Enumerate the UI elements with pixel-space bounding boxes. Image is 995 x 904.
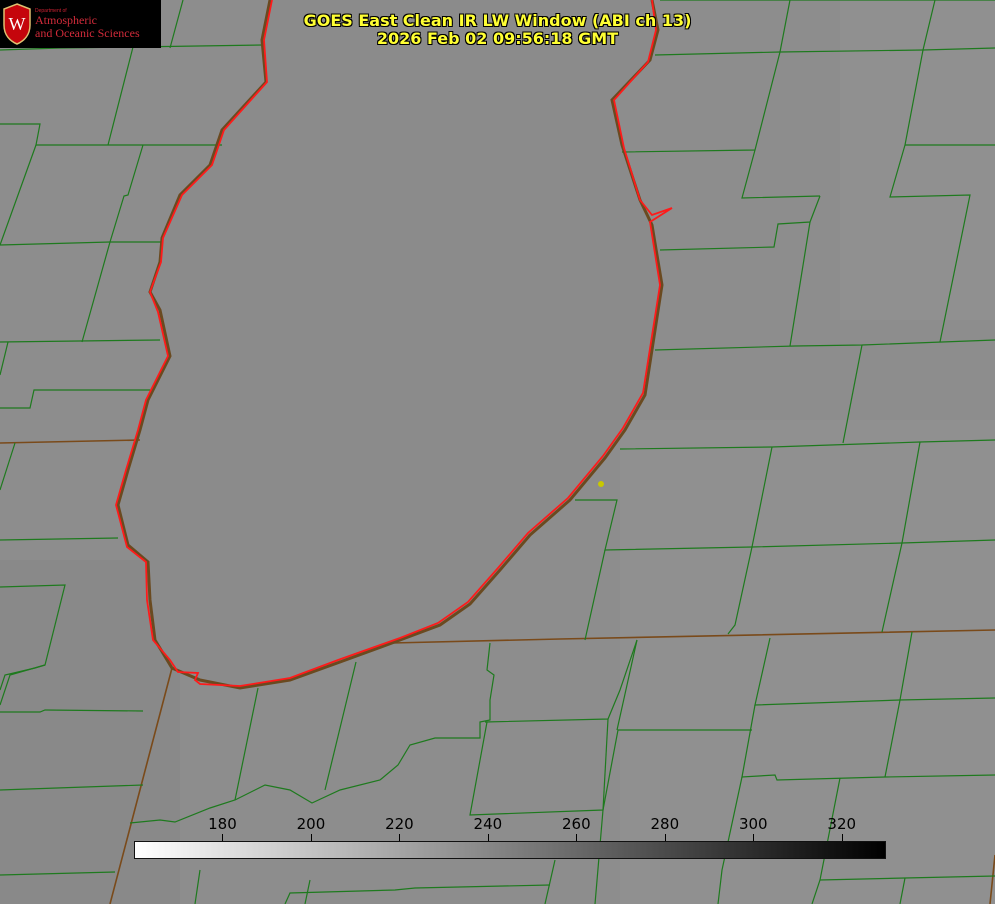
colorbar-tick (841, 834, 843, 841)
satellite-map (0, 0, 995, 904)
colorbar-gradient (134, 841, 886, 859)
location-marker (598, 481, 604, 487)
colorbar-tick-label: 180 (208, 815, 237, 833)
colorbar-tick-label: 260 (562, 815, 591, 833)
satellite-image-viewer: W Department of Atmospheric and Oceanic … (0, 0, 995, 904)
image-timestamp: 2026 Feb 02 09:56:18 GMT (376, 29, 619, 48)
colorbar-tick (487, 834, 489, 841)
warm-band (840, 0, 995, 320)
colorbar-tick (222, 834, 224, 841)
colorbar-tick (310, 834, 312, 841)
colorbar-tick (399, 834, 401, 841)
colorbar-tick-label: 200 (296, 815, 326, 833)
colorbar-tick (576, 834, 578, 841)
colorbar-tick-label: 320 (827, 815, 857, 833)
image-title: GOES East Clean IR LW Window (ABI ch 13) (303, 11, 692, 30)
colorbar-tick (753, 834, 755, 841)
colorbar-tick-label: 240 (473, 815, 503, 833)
colorbar-tick-label: 220 (385, 815, 414, 833)
colorbar-tick-label: 300 (738, 815, 768, 833)
colorbar-tick-label: 280 (650, 815, 680, 833)
colorbar-tick (664, 834, 666, 841)
